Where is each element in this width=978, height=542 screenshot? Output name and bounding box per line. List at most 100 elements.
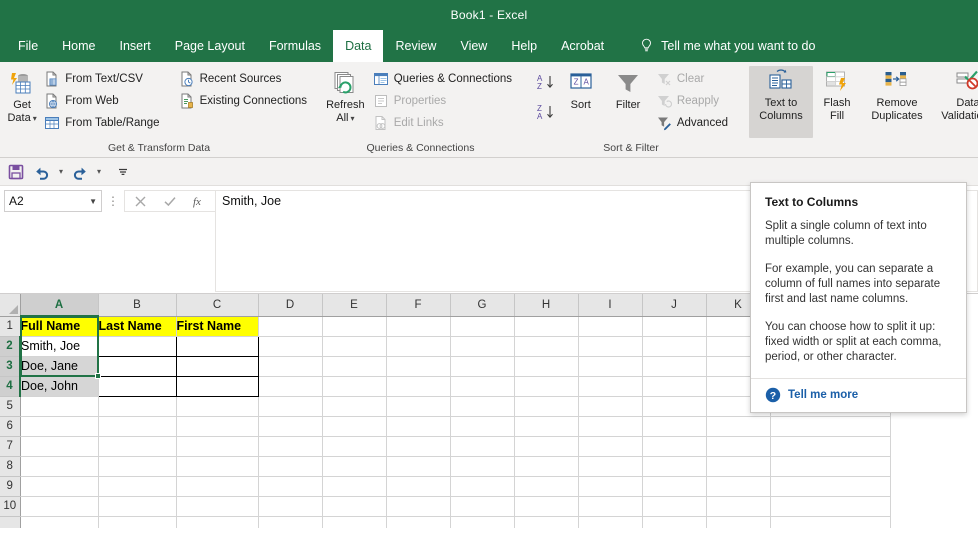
row-header-7[interactable]: 7 xyxy=(0,436,21,457)
sort-button[interactable]: Z A Sort xyxy=(557,68,604,112)
row-header-3[interactable]: 3 xyxy=(0,356,21,377)
cell-c10[interactable] xyxy=(176,496,259,517)
cell-e3[interactable] xyxy=(322,356,387,377)
cell-b7[interactable] xyxy=(98,436,177,457)
cell-h7[interactable] xyxy=(514,436,579,457)
cell-b10[interactable] xyxy=(98,496,177,517)
row-header-9[interactable]: 9 xyxy=(0,476,21,497)
col-header-a[interactable]: A xyxy=(20,294,99,317)
cell-i1[interactable] xyxy=(578,316,643,337)
cell-d1[interactable] xyxy=(258,316,323,337)
cell-overflow-8[interactable] xyxy=(770,456,891,477)
cell-g2[interactable] xyxy=(450,336,515,357)
col-header-b[interactable]: B xyxy=(98,294,177,317)
tab-review[interactable]: Review xyxy=(383,30,448,62)
enter-entry-button[interactable] xyxy=(155,191,185,211)
tab-acrobat[interactable]: Acrobat xyxy=(549,30,616,62)
cell-c4[interactable] xyxy=(175,375,259,397)
cell-e2[interactable] xyxy=(322,336,387,357)
filter-button[interactable]: Filter xyxy=(604,68,651,112)
cell-overflow-9[interactable] xyxy=(770,476,891,497)
cell-g7[interactable] xyxy=(450,436,515,457)
col-header-g[interactable]: G xyxy=(450,294,515,317)
row-header-10[interactable]: 10 xyxy=(0,496,21,517)
text-to-columns-button[interactable]: Text to Columns xyxy=(749,66,813,138)
col-header-e[interactable]: E xyxy=(322,294,387,317)
cell-b1[interactable]: Last Name xyxy=(98,316,177,337)
cell-e6[interactable] xyxy=(322,416,387,437)
row-header-6[interactable]: 6 xyxy=(0,416,21,437)
cell-i5[interactable] xyxy=(578,396,643,417)
cell-c5[interactable] xyxy=(176,396,259,417)
undo-dropdown-caret[interactable]: ▾ xyxy=(56,167,66,176)
customize-qat-button[interactable] xyxy=(112,162,134,182)
cell-h5[interactable] xyxy=(514,396,579,417)
cell-a6[interactable] xyxy=(20,416,99,437)
cell-c7[interactable] xyxy=(176,436,259,457)
col-header-j[interactable]: J xyxy=(642,294,707,317)
cell-h3[interactable] xyxy=(514,356,579,377)
cell-a9[interactable] xyxy=(20,476,99,497)
row-header-1[interactable]: 1 xyxy=(0,316,21,337)
cancel-entry-button[interactable] xyxy=(125,191,155,211)
redo-dropdown-caret[interactable]: ▾ xyxy=(94,167,104,176)
cell-k9[interactable] xyxy=(706,476,771,497)
cell-d5[interactable] xyxy=(258,396,323,417)
cell-j5[interactable] xyxy=(642,396,707,417)
redo-button[interactable] xyxy=(68,161,92,183)
cell-j2[interactable] xyxy=(642,336,707,357)
from-table-range-button[interactable]: From Table/Range xyxy=(42,112,164,133)
cell-overflow-10[interactable] xyxy=(770,496,891,517)
select-all-corner[interactable] xyxy=(0,294,21,317)
cell-a8[interactable] xyxy=(20,456,99,477)
cell-j8[interactable] xyxy=(642,456,707,477)
cell-j1[interactable] xyxy=(642,316,707,337)
cell-f8[interactable] xyxy=(386,456,451,477)
cell-b11[interactable] xyxy=(98,516,177,528)
cell-i11[interactable] xyxy=(578,516,643,528)
cell-g9[interactable] xyxy=(450,476,515,497)
cell-i4[interactable] xyxy=(578,376,643,397)
cell-i7[interactable] xyxy=(578,436,643,457)
flash-fill-button[interactable]: Flash Fill xyxy=(813,66,861,123)
cell-a5[interactable] xyxy=(20,396,99,417)
cell-f7[interactable] xyxy=(386,436,451,457)
cell-i2[interactable] xyxy=(578,336,643,357)
cell-j4[interactable] xyxy=(642,376,707,397)
cell-b2[interactable] xyxy=(97,335,177,357)
cell-a11[interactable] xyxy=(20,516,99,528)
cell-b6[interactable] xyxy=(98,416,177,437)
cell-h2[interactable] xyxy=(514,336,579,357)
col-header-h[interactable]: H xyxy=(514,294,579,317)
cell-overflow-11[interactable] xyxy=(770,516,891,528)
cell-h11[interactable] xyxy=(514,516,579,528)
tab-file[interactable]: File xyxy=(6,30,50,62)
cell-g8[interactable] xyxy=(450,456,515,477)
cell-c9[interactable] xyxy=(176,476,259,497)
cell-b5[interactable] xyxy=(98,396,177,417)
name-box[interactable]: A2 ▼ xyxy=(4,190,102,212)
sort-za-button[interactable]: Z A xyxy=(535,100,557,124)
cell-c8[interactable] xyxy=(176,456,259,477)
cell-c11[interactable] xyxy=(176,516,259,528)
col-header-f[interactable]: F xyxy=(386,294,451,317)
cell-c2[interactable] xyxy=(175,335,259,357)
cell-k11[interactable] xyxy=(706,516,771,528)
cell-f3[interactable] xyxy=(386,356,451,377)
cell-e10[interactable] xyxy=(322,496,387,517)
cell-f4[interactable] xyxy=(386,376,451,397)
cell-e8[interactable] xyxy=(322,456,387,477)
cell-b9[interactable] xyxy=(98,476,177,497)
cell-k6[interactable] xyxy=(706,416,771,437)
cell-b4[interactable] xyxy=(97,375,177,397)
cell-b3[interactable] xyxy=(97,355,177,377)
tab-data[interactable]: Data xyxy=(333,30,384,62)
cell-g5[interactable] xyxy=(450,396,515,417)
cell-h10[interactable] xyxy=(514,496,579,517)
cell-g4[interactable] xyxy=(450,376,515,397)
cell-f9[interactable] xyxy=(386,476,451,497)
cell-h1[interactable] xyxy=(514,316,579,337)
tab-page-layout[interactable]: Page Layout xyxy=(163,30,257,62)
cell-e9[interactable] xyxy=(322,476,387,497)
cell-a7[interactable] xyxy=(20,436,99,457)
